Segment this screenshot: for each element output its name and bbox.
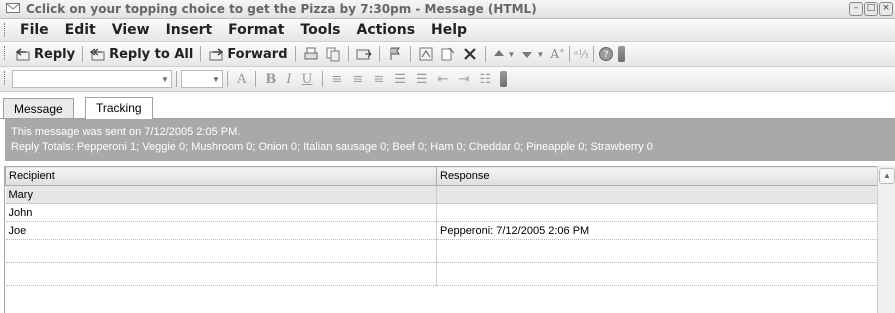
toolbar-grip[interactable] [4,71,7,85]
menu-actions[interactable]: Actions [348,21,423,39]
table-row[interactable]: Mary [5,185,880,204]
forward-icon [209,48,224,61]
toolbar-separator [378,46,380,62]
copy-icon[interactable] [325,46,341,62]
reply-icon [15,48,30,61]
underline-icon[interactable]: U [297,72,318,87]
menu-file[interactable]: File [12,21,57,39]
menu-format[interactable]: Format [220,21,292,39]
empty-row [5,262,880,286]
reply-label: Reply [34,46,76,62]
close-button[interactable]: × [879,2,893,16]
font-name-combo[interactable]: ▼ [12,70,172,88]
toolbar-separator [82,46,84,62]
toolbar-separator [321,71,323,87]
window-controls: – □ × [849,2,893,16]
help-icon[interactable]: ? [598,46,614,62]
tab-message[interactable]: Message [3,98,74,118]
reply-all-label: Reply to All [109,46,194,62]
toolbar-options-icon[interactable] [617,46,625,62]
toolbar-separator [568,46,570,62]
tab-strip: Message Tracking [0,96,895,119]
scroll-up-icon[interactable]: ▲ [879,168,895,184]
chevron-down-icon: ▼ [212,74,220,84]
toolbar-separator [227,71,228,87]
numbered-list-icon[interactable]: ☰ [389,72,411,87]
toolbar-separator [176,71,177,87]
tab-tracking[interactable]: Tracking [85,97,153,119]
align-center-icon[interactable]: ≡ [347,72,368,87]
flag-icon[interactable] [387,46,403,62]
toolbar-separator [484,46,486,62]
font-size-combo[interactable]: ▼ [181,70,223,88]
maximize-button[interactable]: □ [864,2,878,16]
svg-text:?: ? [603,50,608,61]
horizontal-line-icon[interactable]: ☷ [474,72,496,87]
recipient-cell: John [5,203,437,222]
categories-icon[interactable] [418,46,434,62]
increase-indent-icon[interactable]: ⇥ [453,72,474,87]
decrease-indent-icon[interactable]: ⇤ [433,72,454,87]
reply-totals: Reply Totals: Pepperoni 1; Veggie 0; Mus… [11,141,653,153]
options-icon[interactable] [440,46,456,62]
previous-item-icon[interactable] [491,46,507,62]
recipient-cell: Mary [5,185,437,204]
menu-help[interactable]: Help [423,21,475,39]
bold-icon[interactable]: B [260,72,281,87]
reply-button[interactable]: Reply [12,44,78,64]
table-header-row: Recipient Response [5,166,880,186]
toolbar-separator [200,46,202,62]
font-size-icon[interactable]: A+ [550,47,565,61]
tracking-table: Recipient Response Mary John Joe Peppero… [4,166,895,313]
italic-icon[interactable]: I [281,72,296,87]
previous-dropdown-icon[interactable]: ▼ [508,50,516,59]
vertical-scrollbar[interactable]: ▲ [877,166,895,313]
envelope-icon [6,3,20,13]
align-right-icon[interactable]: ≡ [368,72,389,87]
toolbar-separator [592,46,594,62]
toolbar-grip[interactable] [4,23,7,37]
bullet-list-icon[interactable]: ☰ [411,72,433,87]
move-to-folder-icon[interactable] [356,46,372,62]
toolbar-separator [347,46,349,62]
formatting-toolbar: ▼ ▼ A B I U ≡ ≡ ≡ ☰ ☰ ⇤ ⇥ ☷ [0,67,895,92]
response-cell: Pepperoni: 7/12/2005 2:06 PM [436,221,880,240]
column-header-response[interactable]: Response [436,166,880,186]
reply-all-icon [90,48,105,61]
forward-label: Forward [227,46,288,62]
address-book-icon[interactable]: ᵃ⅓ [574,48,589,61]
font-color-icon[interactable]: A [232,72,251,87]
sent-info: This message was sent on 7/12/2005 2:05 … [11,126,241,138]
menu-tools[interactable]: Tools [292,21,348,39]
align-left-icon[interactable]: ≡ [327,72,348,87]
column-header-recipient[interactable]: Recipient [5,166,437,186]
menu-insert[interactable]: Insert [158,21,221,39]
tracking-info-bar: This message was sent on 7/12/2005 2:05 … [5,119,895,161]
table-row[interactable]: John [5,203,880,222]
toolbar-separator [294,46,296,62]
next-dropdown-icon[interactable]: ▼ [536,50,544,59]
response-cell [436,185,880,204]
table-row[interactable]: Joe Pepperoni: 7/12/2005 2:06 PM [5,221,880,240]
toolbar-separator [255,71,257,87]
minimize-button[interactable]: – [849,2,863,16]
toolbar-options-icon[interactable] [500,71,507,87]
chevron-down-icon: ▼ [161,74,169,84]
standard-toolbar: Reply Reply to All Forward ▼ ▼ A+ ᵃ⅓ ? [0,42,895,67]
next-item-icon[interactable] [519,46,535,62]
title-bar: Cclick on your topping choice to get the… [0,0,895,19]
menu-view[interactable]: View [104,21,158,39]
empty-row [5,239,880,263]
reply-all-button[interactable]: Reply to All [87,44,196,64]
toolbar-grip[interactable] [4,46,7,60]
recipient-cell: Joe [5,221,437,240]
window-title: Cclick on your topping choice to get the… [26,2,537,16]
forward-button[interactable]: Forward [205,44,290,64]
delete-icon[interactable] [462,46,478,62]
menu-bar: File Edit View Insert Format Tools Actio… [0,19,895,42]
print-icon[interactable] [303,46,319,62]
response-cell [436,203,880,222]
menu-edit[interactable]: Edit [57,21,104,39]
toolbar-separator [409,46,411,62]
